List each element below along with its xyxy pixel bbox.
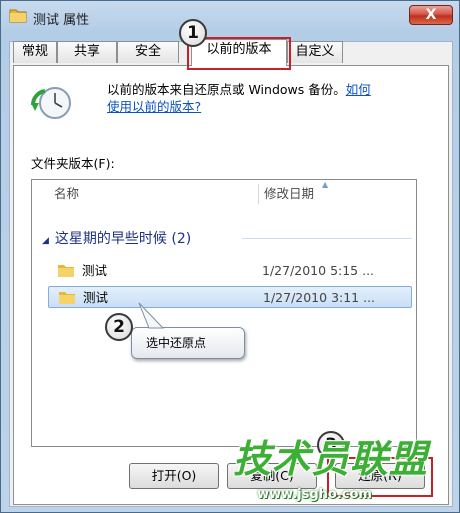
copy-button[interactable]: 复制(C) [227, 463, 317, 489]
folder-icon [59, 292, 75, 304]
sort-indicator-icon: ▲ [322, 180, 329, 189]
item-name: 测试 [82, 263, 108, 278]
item-date: 1/27/2010 3:11 ... [263, 290, 376, 305]
folder-icon [9, 9, 27, 23]
folder-icon [58, 265, 74, 277]
open-button[interactable]: 打开(O) [129, 463, 219, 489]
group-header-label: 这星期的早些时候 (2) [54, 231, 192, 247]
tab-general[interactable]: 常规 [13, 41, 57, 63]
info-text: 以前的版本来自还原点或 Windows 备份。如何 使用以前的版本? [107, 81, 427, 115]
info-description: 以前的版本来自还原点或 Windows 备份。 [107, 82, 346, 97]
step-1-marker: 1 [179, 19, 207, 47]
list-item[interactable]: 测试 1/27/2010 5:15 ... [48, 260, 412, 282]
item-name: 测试 [83, 290, 109, 305]
properties-window: 测试 属性 X 常规 共享 安全 以前的版本 自定义 1 以前的版本来自还原点或… [0, 0, 460, 513]
restore-highlight-box [327, 457, 433, 497]
callout-pointer [138, 302, 165, 329]
group-header[interactable]: ◢ 这星期的早些时候 (2) [42, 228, 191, 248]
window-title: 测试 属性 [33, 13, 90, 28]
item-date: 1/27/2010 5:15 ... [262, 263, 375, 278]
help-link[interactable]: 如何 [346, 82, 371, 97]
step-2-marker: 2 [105, 313, 133, 341]
help-link-continued[interactable]: 使用以前的版本? [107, 99, 201, 114]
restore-clock-icon [31, 87, 71, 119]
list-item-selected[interactable]: 测试 1/27/2010 3:11 ... [48, 286, 412, 308]
column-header-name[interactable]: 名称 [54, 180, 79, 208]
callout-tooltip: 选中还原点 [131, 327, 245, 359]
step-3-marker: 3 [317, 431, 345, 459]
folder-versions-label: 文件夹版本(F): [31, 156, 115, 171]
column-separator[interactable] [258, 184, 259, 204]
collapse-arrow-icon[interactable]: ◢ [42, 236, 49, 246]
group-divider [242, 238, 412, 239]
versions-listbox[interactable]: 名称 ▲ 修改日期 ◢ 这星期的早些时候 (2) 测试 1/27/2010 5:1… [31, 179, 417, 447]
close-button[interactable]: X [409, 5, 453, 25]
tab-customize[interactable]: 自定义 [287, 41, 343, 63]
tab-security[interactable]: 安全 [117, 41, 179, 63]
tab-previous-versions[interactable]: 以前的版本 [191, 39, 287, 66]
column-header-date[interactable]: 修改日期 [264, 180, 314, 208]
tab-sharing[interactable]: 共享 [57, 41, 117, 63]
title-bar[interactable]: 测试 属性 X [1, 1, 459, 33]
